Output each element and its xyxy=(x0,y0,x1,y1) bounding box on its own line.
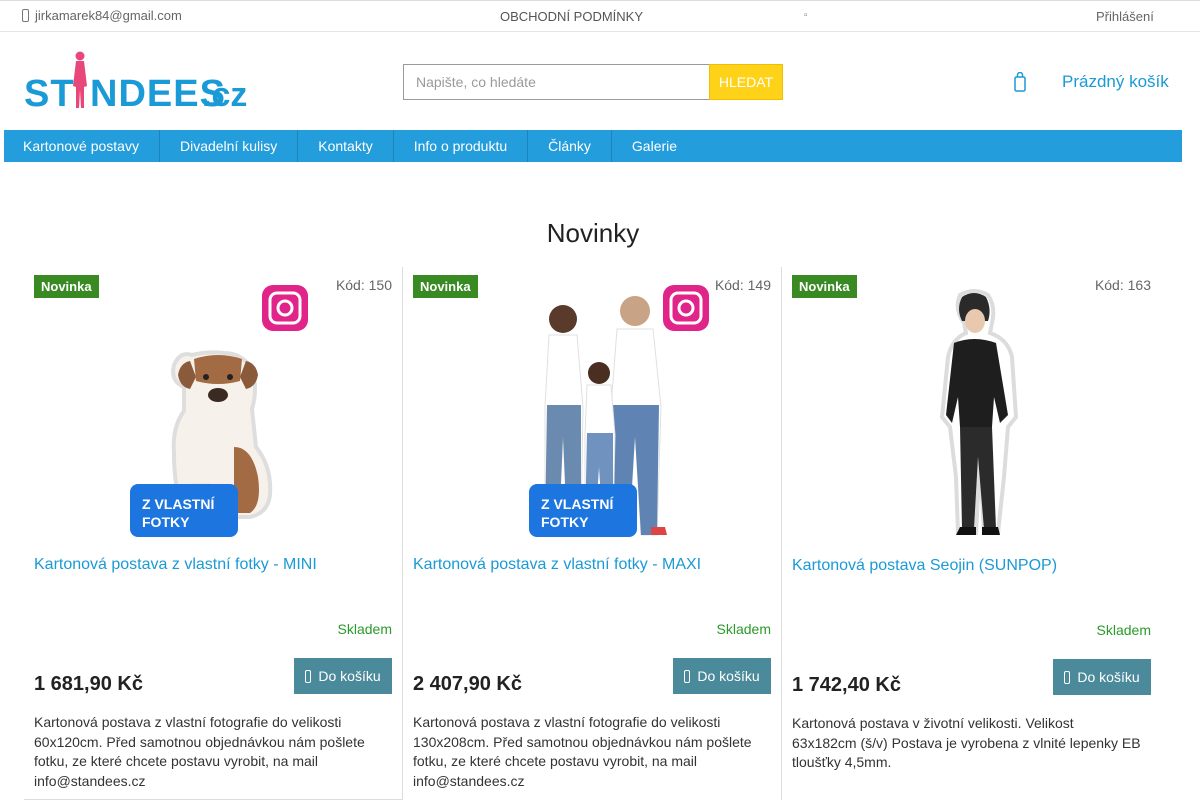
dog-standee-icon[interactable]: Z VLASTNÍ FOTKY xyxy=(74,277,344,545)
svg-text:.cz: .cz xyxy=(202,76,247,112)
nav-item-gallery[interactable]: Galerie xyxy=(612,130,697,162)
cart-icon xyxy=(305,669,312,683)
add-to-cart-label: Do košíku xyxy=(318,668,381,684)
svg-text:ST: ST xyxy=(24,73,75,112)
add-to-cart-button[interactable]: Do košíku xyxy=(1053,659,1151,695)
product-title[interactable]: Kartonová postava z vlastní fotky - MINI xyxy=(34,556,389,574)
product-code: Kód: 150 xyxy=(335,277,392,293)
add-to-cart-label: Do košíku xyxy=(697,668,760,684)
nav-item-cardboard-figures[interactable]: Kartonové postavy xyxy=(4,130,160,162)
product-price: 1 742,40 Kč xyxy=(792,674,901,696)
stock-status: Skladem xyxy=(716,621,771,637)
terms-link[interactable]: OBCHODNÍ PODMÍNKY xyxy=(500,9,643,24)
nav-item-theatre-scenery[interactable]: Divadelní kulisy xyxy=(160,130,299,162)
search-form: HLEDAT xyxy=(403,64,783,100)
logo-figure-icon xyxy=(73,51,87,108)
product-code: Kód: 163 xyxy=(1094,277,1151,293)
person-standee-icon[interactable] xyxy=(832,277,1102,545)
main-nav: Kartonové postavy Divadelní kulisy Konta… xyxy=(4,130,1182,162)
cart-icon xyxy=(1064,670,1071,684)
add-to-cart-button[interactable]: Do košíku xyxy=(673,658,771,694)
top-bar: jirkamarek84@gmail.com OBCHODNÍ PODMÍNKY… xyxy=(0,0,1200,32)
nav-item-product-info[interactable]: Info o produktu xyxy=(394,130,529,162)
product-card: Novinka Kód: 150 Z VLASTNÍ FOTKY Kartono… xyxy=(24,267,403,800)
camera-icon xyxy=(663,285,709,331)
stock-status: Skladem xyxy=(1096,622,1151,638)
nav-item-articles[interactable]: Články xyxy=(528,130,612,162)
cart-icon[interactable] xyxy=(1014,72,1026,92)
product-grid: Novinka Kód: 150 Z VLASTNÍ FOTKY Kartono… xyxy=(24,267,1161,807)
email-text[interactable]: jirkamarek84@gmail.com xyxy=(35,8,182,23)
email-contact[interactable]: jirkamarek84@gmail.com xyxy=(22,8,182,23)
cart-icon xyxy=(684,669,691,683)
product-title[interactable]: Kartonová postava z vlastní fotky - MAXI xyxy=(413,556,768,574)
nav-item-contacts[interactable]: Kontakty xyxy=(298,130,394,162)
product-card: Novinka Kód: 149 Z VLASTNÍ FOTKY Kartono… xyxy=(403,267,782,800)
product-card: Novinka Kód: 163 Kartonová postava Seoji… xyxy=(782,267,1161,800)
login-link[interactable]: Přihlášení xyxy=(1096,9,1154,24)
product-code: Kód: 149 xyxy=(714,277,771,293)
product-description: Kartonová postava z vlastní fotografie d… xyxy=(413,714,752,789)
family-standee-icon[interactable]: Z VLASTNÍ FOTKY xyxy=(453,277,723,545)
social-icon[interactable]: ▫ xyxy=(804,10,808,21)
product-description: Kartonová postava v životní velikosti. V… xyxy=(792,715,1141,770)
cart-label[interactable]: Prázdný košík xyxy=(1062,72,1169,92)
add-to-cart-label: Do košíku xyxy=(1077,669,1140,685)
product-price: 1 681,90 Kč xyxy=(34,673,143,695)
site-logo[interactable]: ST NDEES .cz xyxy=(24,50,254,115)
product-description: Kartonová postava z vlastní fotografie d… xyxy=(34,714,365,789)
svg-text:Z VLASTNÍ: Z VLASTNÍ xyxy=(142,496,215,512)
stock-status: Skladem xyxy=(337,621,392,637)
search-button[interactable]: HLEDAT xyxy=(709,64,783,100)
camera-icon xyxy=(262,285,308,331)
phone-icon xyxy=(22,9,29,22)
cart[interactable]: Prázdný košík xyxy=(1014,72,1169,92)
product-title[interactable]: Kartonová postava Seojin (SUNPOP) xyxy=(792,557,1147,575)
product-price: 2 407,90 Kč xyxy=(413,673,522,695)
svg-text:Z VLASTNÍ: Z VLASTNÍ xyxy=(541,496,614,512)
search-input[interactable] xyxy=(403,64,709,100)
svg-text:FOTKY: FOTKY xyxy=(142,514,190,530)
svg-text:FOTKY: FOTKY xyxy=(541,514,589,530)
add-to-cart-button[interactable]: Do košíku xyxy=(294,658,392,694)
section-title: Novinky xyxy=(546,218,640,248)
